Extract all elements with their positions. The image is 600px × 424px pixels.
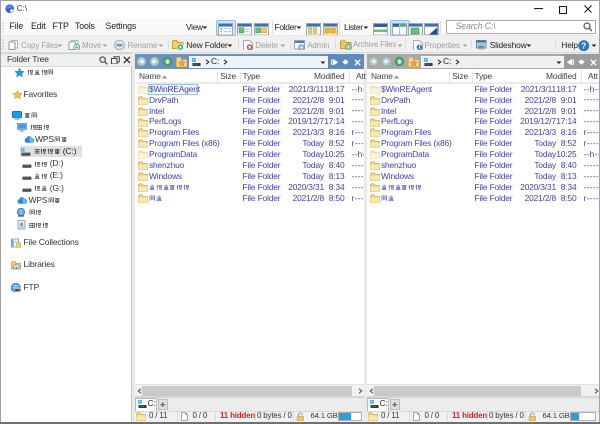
svg-text:?: ? xyxy=(581,40,586,50)
